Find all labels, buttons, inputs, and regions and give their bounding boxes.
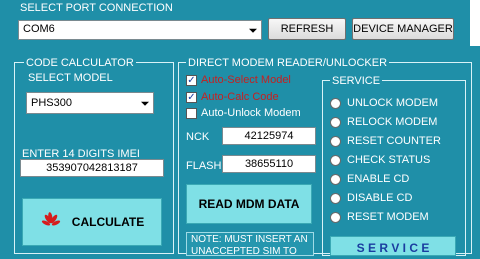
flash-label: FLASH xyxy=(186,160,222,172)
window-edge xyxy=(470,0,480,46)
disable-cd-option[interactable]: DISABLE CD xyxy=(330,192,412,204)
option-label: Auto-Select Model xyxy=(201,74,291,86)
radio-icon[interactable] xyxy=(330,116,341,128)
relock-modem-option[interactable]: RELOCK MODEM xyxy=(330,116,437,128)
checkbox-empty-icon[interactable] xyxy=(186,107,197,119)
huawei-logo-icon xyxy=(41,212,60,226)
radio-icon[interactable] xyxy=(330,211,341,223)
service-item-label: RESET MODEM xyxy=(347,211,429,223)
reader-title: DIRECT MODEM READER/UNLOCKER xyxy=(186,57,390,69)
radio-icon[interactable] xyxy=(330,97,341,109)
service-item-label: RESET COUNTER xyxy=(347,135,441,147)
chevron-down-icon xyxy=(249,28,257,33)
auto-calc-code-option[interactable]: ✓ Auto-Calc Code xyxy=(186,91,279,103)
service-item-label: ENABLE CD xyxy=(347,173,410,185)
radio-icon[interactable] xyxy=(330,135,341,147)
chevron-down-icon xyxy=(141,101,149,106)
note-text: NOTE: MUST INSERT AN UNACCEPTED SIM TO xyxy=(191,234,308,257)
option-label: Auto-Calc Code xyxy=(201,91,279,103)
radio-icon[interactable] xyxy=(330,173,341,185)
unlock-modem-option[interactable]: UNLOCK MODEM xyxy=(330,97,438,109)
radio-icon[interactable] xyxy=(330,192,341,204)
note-box: NOTE: MUST INSERT AN UNACCEPTED SIM TO xyxy=(186,232,314,257)
device-manager-button[interactable]: DEVICE MANAGER xyxy=(352,18,454,40)
nck-field[interactable]: 42125974 xyxy=(222,127,316,145)
service-item-label: UNLOCK MODEM xyxy=(347,97,439,109)
radio-icon[interactable] xyxy=(330,154,341,166)
calculate-label: CALCULATE xyxy=(71,215,145,229)
model-select-value: PHS300 xyxy=(31,97,72,109)
service-button[interactable]: S E R V I C E xyxy=(330,236,456,256)
port-select[interactable]: COM6 xyxy=(18,20,262,40)
model-title: SELECT MODEL xyxy=(28,72,113,84)
option-label: Auto-Unlock Modem xyxy=(201,107,301,119)
port-title: SELECT PORT CONNECTION xyxy=(20,2,173,14)
port-select-value: COM6 xyxy=(23,23,55,35)
service-item-label: RELOCK MODEM xyxy=(347,116,438,128)
reset-modem-option[interactable]: RESET MODEM xyxy=(330,211,429,223)
nck-label: NCK xyxy=(186,131,210,143)
calculate-button[interactable]: CALCULATE xyxy=(22,198,162,246)
check-icon[interactable]: ✓ xyxy=(186,91,197,103)
auto-select-model-option[interactable]: ✓ Auto-Select Model xyxy=(186,74,291,86)
imei-input[interactable]: 353907042813187 xyxy=(20,159,164,177)
model-select[interactable]: PHS300 xyxy=(26,92,154,114)
service-item-label: CHECK STATUS xyxy=(347,154,431,166)
check-status-option[interactable]: CHECK STATUS xyxy=(330,154,430,166)
calculator-title: CODE CALCULATOR xyxy=(24,57,136,69)
reset-counter-option[interactable]: RESET COUNTER xyxy=(330,135,441,147)
enable-cd-option[interactable]: ENABLE CD xyxy=(330,173,409,185)
flash-field[interactable]: 38655110 xyxy=(222,155,316,173)
refresh-button[interactable]: REFRESH xyxy=(268,18,346,40)
check-icon[interactable]: ✓ xyxy=(186,74,197,86)
auto-unlock-modem-option[interactable]: Auto-Unlock Modem xyxy=(186,107,301,119)
service-item-label: DISABLE CD xyxy=(347,192,413,204)
service-title: SERVICE xyxy=(330,75,383,87)
read-mdm-data-button[interactable]: READ MDM DATA xyxy=(186,184,312,224)
